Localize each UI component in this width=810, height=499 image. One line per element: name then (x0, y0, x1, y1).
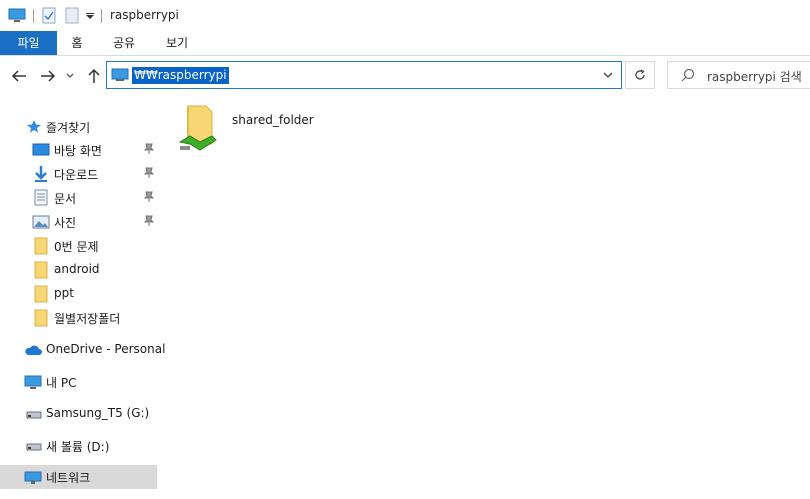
back-button[interactable] (9, 65, 29, 87)
pin-icon (143, 215, 155, 226)
network-icon (24, 471, 42, 484)
onedrive-cloud-icon (25, 345, 42, 355)
file-item-shared-folder[interactable]: shared_folder (176, 100, 326, 158)
recent-locations-button[interactable] (63, 65, 77, 87)
download-icon (35, 166, 47, 182)
arrow-right-icon (41, 70, 56, 82)
sidebar-item-quick-access[interactable]: 즐겨찾기 (0, 113, 157, 137)
folder-icon (34, 237, 48, 255)
arrow-up-icon (88, 68, 100, 83)
sidebar-item-label: 내 PC (46, 376, 77, 390)
refresh-icon (635, 69, 645, 80)
pictures-icon (32, 215, 50, 229)
sidebar-item-folder-0[interactable]: 0번 문제 (0, 234, 157, 258)
drive-icon (26, 411, 42, 419)
arrow-left-icon (11, 70, 26, 82)
toolbar-separator (33, 9, 34, 23)
sidebar-item-label: 네트워크 (46, 471, 91, 485)
folder-icon (34, 261, 48, 279)
documents-icon (34, 189, 48, 206)
folder-icon (34, 285, 48, 303)
sidebar-item-desktop[interactable]: 바탕 화면 (0, 138, 157, 162)
address-dropdown-icon[interactable] (603, 72, 613, 78)
folder-icon (34, 309, 48, 327)
sidebar-item-label: 문서 (54, 192, 77, 206)
file-item-label: shared_folder (232, 113, 314, 127)
sidebar-item-label: 새 볼륨 (D:) (46, 440, 110, 454)
pin-icon (143, 191, 155, 202)
sidebar-item-network[interactable]: 네트워크 (0, 465, 157, 489)
tab-view[interactable]: 보기 (157, 31, 197, 55)
sidebar-item-pictures[interactable]: 사진 (0, 210, 157, 234)
sidebar-item-label: Samsung_T5 (G:) (46, 406, 150, 420)
sidebar-item-ppt[interactable]: ppt (0, 282, 157, 306)
sidebar-item-this-pc[interactable]: 내 PC (0, 370, 157, 394)
ribbon-tabs: 파일 홈 공유 보기 (0, 31, 810, 56)
quick-access-star-icon (27, 120, 41, 133)
chevron-down-icon (66, 73, 74, 78)
search-icon (681, 68, 695, 82)
sidebar-item-label: 월별저장폴더 (54, 312, 121, 326)
sidebar-item-label: 즐겨찾기 (46, 121, 91, 135)
window-title: raspberrypi (110, 8, 179, 22)
sidebar-item-monthly-folder[interactable]: 월별저장폴더 (0, 306, 157, 330)
sidebar-item-documents[interactable]: 문서 (0, 186, 157, 210)
sidebar-item-label: 사진 (54, 216, 77, 230)
shared-folder-icon (178, 105, 217, 151)
pin-icon (143, 167, 155, 178)
sidebar-item-label: 0번 문제 (54, 240, 99, 254)
address-path[interactable]: ₩₩raspberrypi (132, 67, 229, 84)
sidebar-item-label: OneDrive - Personal (46, 342, 166, 356)
sidebar-item-label: 다운로드 (54, 168, 99, 182)
sidebar-item-android[interactable]: android (0, 258, 157, 282)
tab-file[interactable]: 파일 (0, 31, 57, 55)
tab-share[interactable]: 공유 (104, 31, 144, 55)
network-location-icon (111, 68, 129, 81)
sidebar-item-downloads[interactable]: 다운로드 (0, 162, 157, 186)
sidebar-item-samsung-t5[interactable]: Samsung_T5 (G:) (0, 402, 157, 426)
desktop-icon (32, 143, 50, 156)
this-pc-icon[interactable] (8, 8, 26, 23)
pin-icon (143, 143, 155, 154)
sidebar-item-label: 바탕 화면 (54, 144, 102, 158)
drive-icon (26, 443, 42, 451)
sidebar-item-label: android (54, 262, 100, 276)
forward-button[interactable] (38, 65, 58, 87)
properties-icon[interactable] (42, 7, 56, 24)
this-pc-icon (24, 375, 42, 389)
title-separator (101, 9, 102, 23)
up-button[interactable] (84, 65, 104, 87)
tab-home[interactable]: 홈 (62, 31, 92, 55)
sidebar-item-volume-d[interactable]: 새 볼륨 (D:) (0, 434, 157, 458)
customize-toolbar-dropdown-icon[interactable] (86, 13, 94, 19)
sidebar-item-onedrive[interactable]: OneDrive - Personal (0, 338, 165, 362)
refresh-button[interactable] (625, 61, 655, 89)
new-folder-icon[interactable] (65, 7, 79, 24)
search-placeholder: raspberrypi 검색 (707, 70, 802, 84)
title-bar: raspberrypi (0, 0, 810, 31)
sidebar-item-label: ppt (54, 286, 74, 300)
